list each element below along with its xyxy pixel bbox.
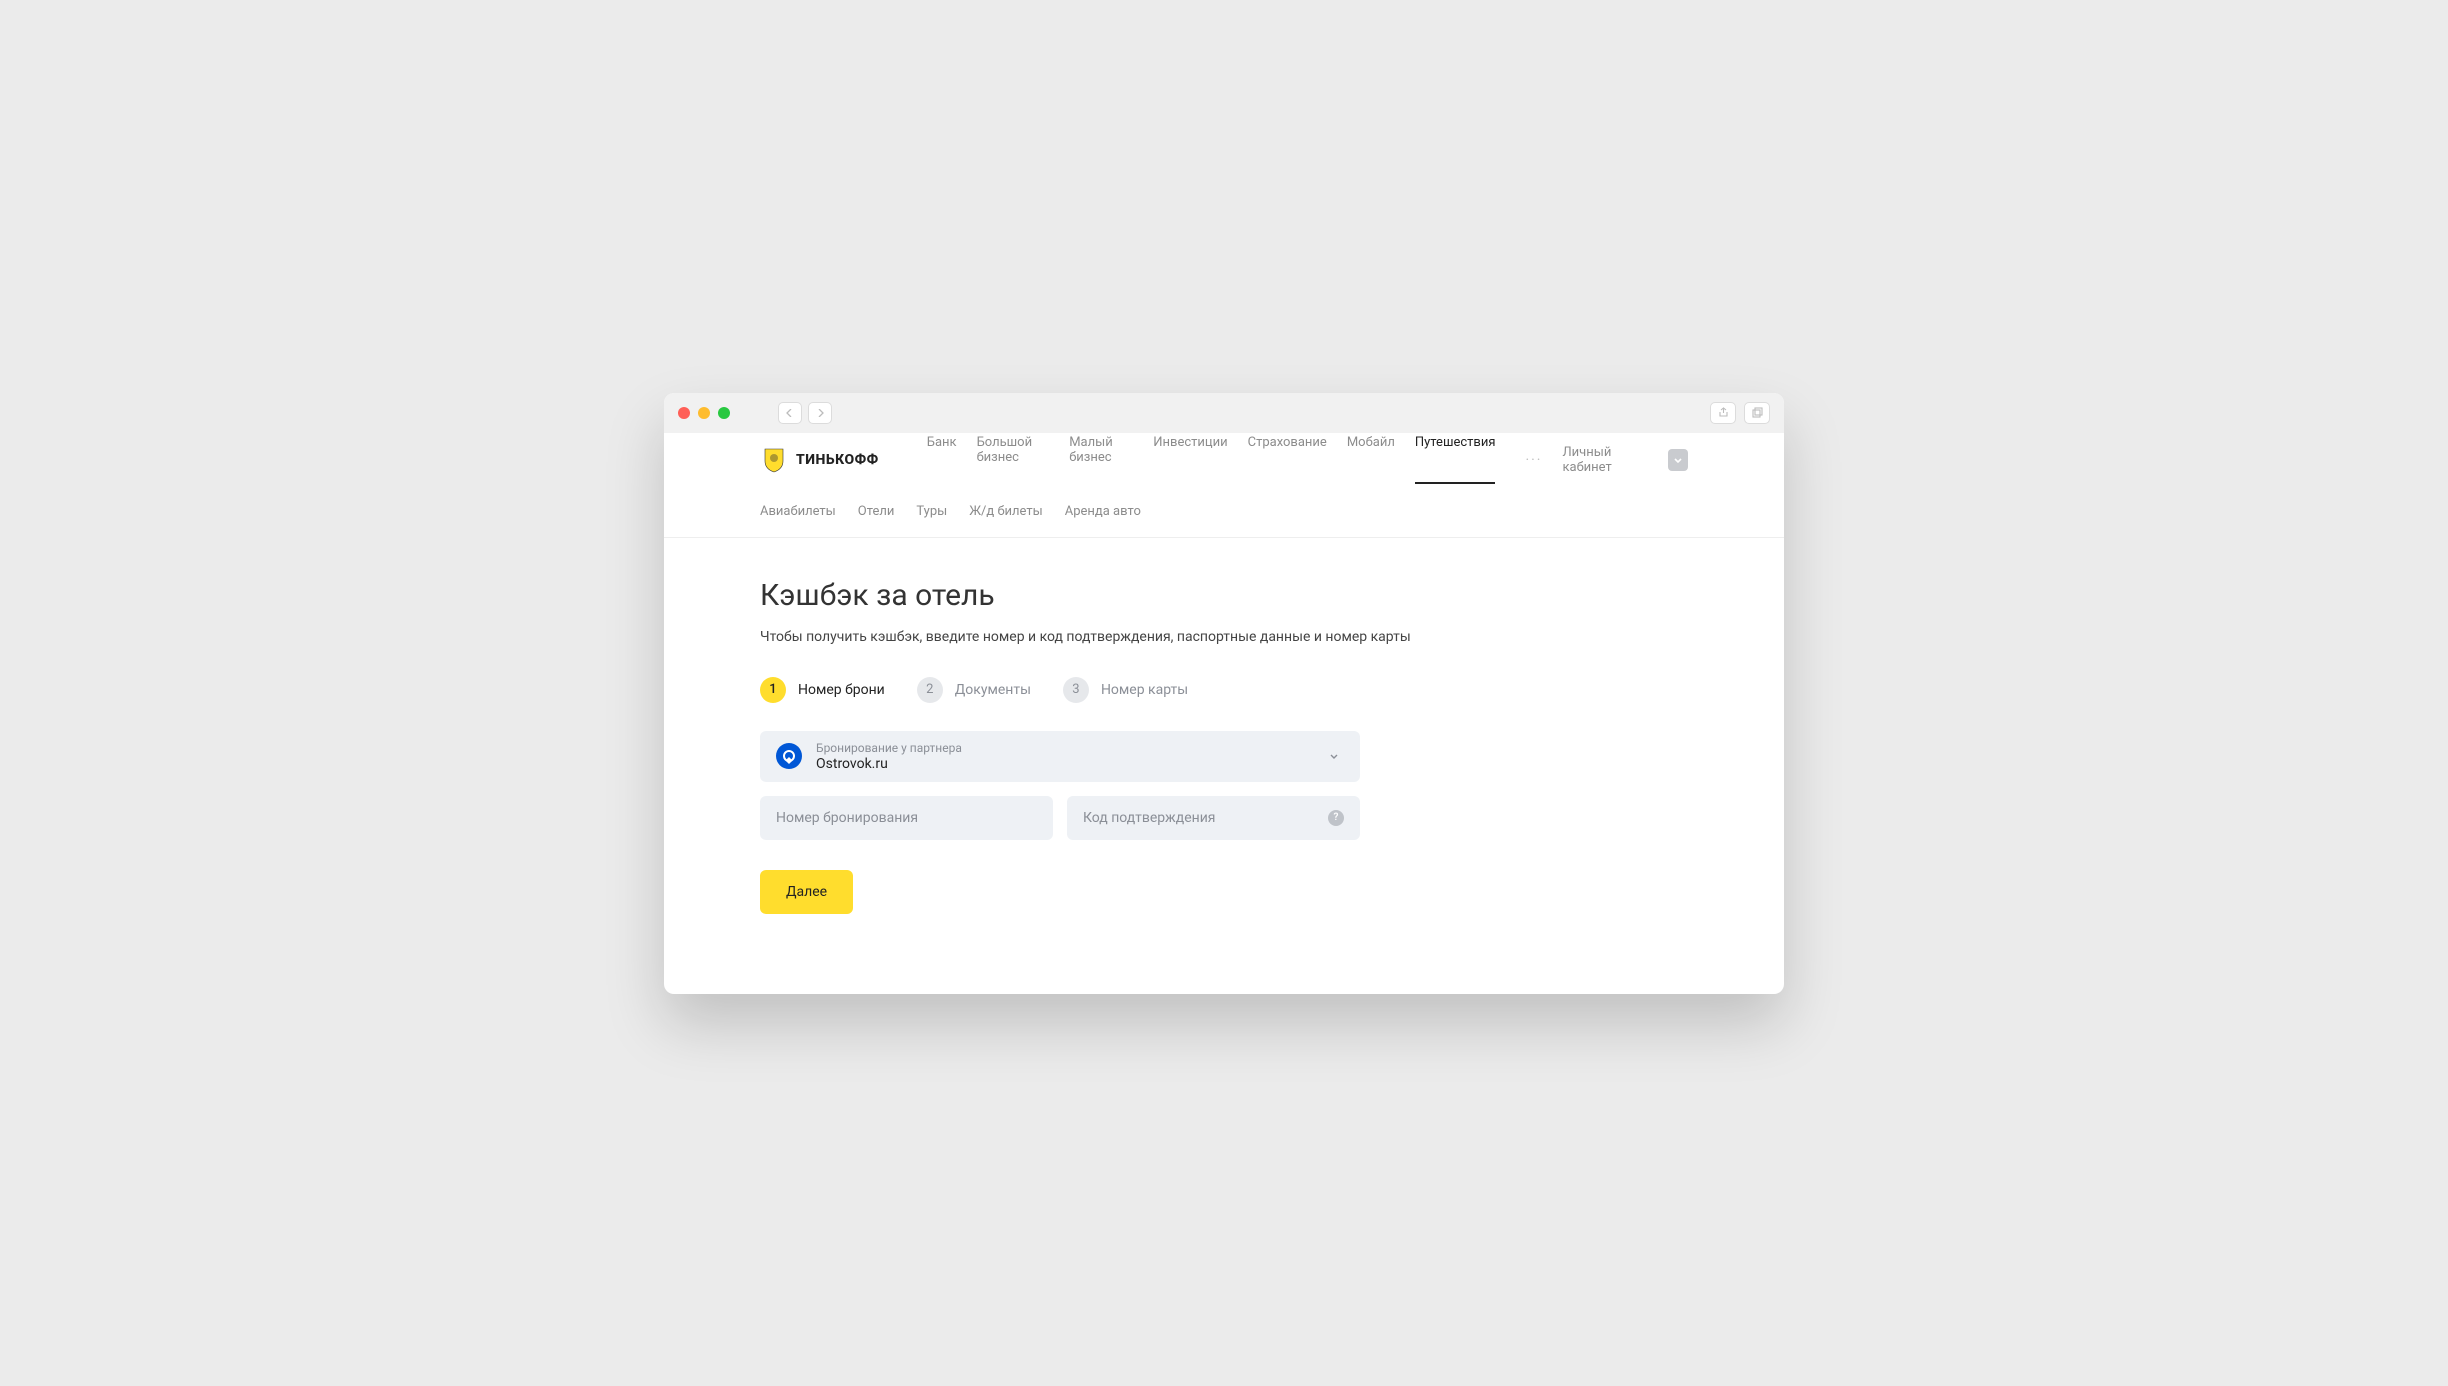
partner-select[interactable]: Бронирование у партнера Ostrovok.ru — [760, 731, 1360, 782]
subnav-rail[interactable]: Ж/д билеты — [969, 504, 1043, 519]
nav-small-business[interactable]: Малый бизнес — [1069, 435, 1133, 484]
browser-nav-arrows — [778, 402, 832, 424]
back-button[interactable] — [778, 402, 802, 424]
step-1-number: 1 — [760, 677, 786, 703]
chevron-down-icon — [1328, 747, 1340, 766]
fullscreen-window-icon[interactable] — [718, 407, 730, 419]
booking-number-input[interactable] — [776, 810, 1037, 826]
partner-select-value: Ostrovok.ru — [816, 756, 1314, 772]
titlebar-right — [1710, 402, 1770, 424]
share-button[interactable] — [1710, 402, 1736, 424]
nav-big-business[interactable]: Большой бизнес — [977, 435, 1050, 484]
step-1-label: Номер брони — [798, 682, 885, 698]
subnav-tours[interactable]: Туры — [916, 504, 947, 519]
forward-button[interactable] — [808, 402, 832, 424]
partner-ostrovok-icon — [776, 743, 802, 769]
step-1[interactable]: 1 Номер брони — [760, 677, 885, 703]
nav-mobile[interactable]: Мобайл — [1347, 435, 1395, 484]
step-2-label: Документы — [955, 682, 1031, 698]
browser-window: ТИНЬКОФФ Банк Большой бизнес Малый бизне… — [664, 393, 1784, 994]
close-window-icon[interactable] — [678, 407, 690, 419]
booking-number-field-wrap[interactable] — [760, 796, 1053, 840]
site-header: ТИНЬКОФФ Банк Большой бизнес Малый бизне… — [664, 433, 1784, 538]
subnav-car-rental[interactable]: Аренда авто — [1065, 504, 1141, 519]
nav-bank[interactable]: Банк — [927, 435, 957, 484]
step-2-number: 2 — [917, 677, 943, 703]
logo[interactable]: ТИНЬКОФФ — [760, 446, 879, 474]
subnav: Авиабилеты Отели Туры Ж/д билеты Аренда … — [760, 487, 1688, 537]
nav-travel[interactable]: Путешествия — [1415, 435, 1496, 484]
header-right: Личный кабинет — [1562, 445, 1688, 475]
partner-select-label: Бронирование у партнера — [816, 741, 1314, 755]
personal-cabinet-link[interactable]: Личный кабинет — [1562, 445, 1654, 475]
stepper: 1 Номер брони 2 Документы 3 Номер карты — [760, 677, 1688, 703]
logo-shield-icon — [760, 446, 788, 474]
confirmation-code-input[interactable] — [1083, 810, 1328, 826]
help-icon[interactable]: ? — [1328, 810, 1344, 826]
window-titlebar — [664, 393, 1784, 433]
page-title: Кэшбэк за отель — [760, 578, 1688, 613]
nav-investments[interactable]: Инвестиции — [1153, 435, 1227, 484]
login-button[interactable] — [1668, 449, 1688, 471]
nav-insurance[interactable]: Страхование — [1248, 435, 1327, 484]
primary-nav: Банк Большой бизнес Малый бизнес Инвести… — [927, 435, 1496, 484]
page-content: Кэшбэк за отель Чтобы получить кэшбэк, в… — [664, 538, 1784, 994]
step-3[interactable]: 3 Номер карты — [1063, 677, 1188, 703]
subnav-hotels[interactable]: Отели — [858, 504, 895, 519]
step-2[interactable]: 2 Документы — [917, 677, 1031, 703]
form: Бронирование у партнера Ostrovok.ru ? Да… — [760, 731, 1360, 914]
partner-select-text: Бронирование у партнера Ostrovok.ru — [816, 741, 1314, 772]
step-3-number: 3 — [1063, 677, 1089, 703]
next-button[interactable]: Далее — [760, 870, 853, 914]
tabs-button[interactable] — [1744, 402, 1770, 424]
more-menu-icon[interactable]: ··· — [1525, 452, 1542, 468]
header-row: ТИНЬКОФФ Банк Большой бизнес Малый бизне… — [760, 433, 1688, 487]
logo-text: ТИНЬКОФФ — [796, 452, 879, 468]
page-subtitle: Чтобы получить кэшбэк, введите номер и к… — [760, 629, 1688, 645]
minimize-window-icon[interactable] — [698, 407, 710, 419]
step-3-label: Номер карты — [1101, 682, 1188, 698]
input-row: ? — [760, 796, 1360, 840]
window-traffic-lights — [678, 407, 730, 419]
confirmation-code-field-wrap[interactable]: ? — [1067, 796, 1360, 840]
subnav-flights[interactable]: Авиабилеты — [760, 504, 836, 519]
